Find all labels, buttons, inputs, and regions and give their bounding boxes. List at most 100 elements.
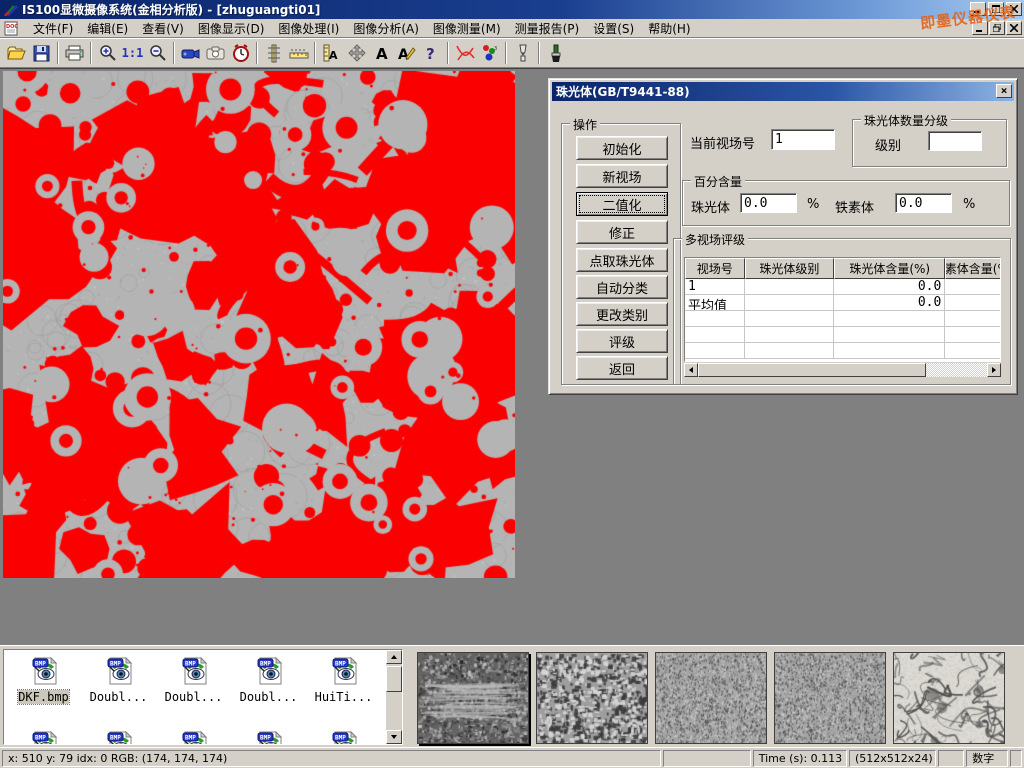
bmp-file-icon: BMP xyxy=(254,730,284,745)
help-button[interactable]: ? xyxy=(419,41,444,66)
zoom-out-button[interactable] xyxy=(145,41,170,66)
thumbnail-5[interactable] xyxy=(893,652,1005,744)
capture-button[interactable] xyxy=(203,41,228,66)
file-label[interactable]: DKF.bmp xyxy=(18,690,69,704)
scroll-right-arrow[interactable] xyxy=(987,363,1001,377)
file-item[interactable]: BMP xyxy=(156,730,231,745)
file-item[interactable]: BMP xyxy=(306,730,381,745)
pick-pearlite-button[interactable]: 点取珠光体 xyxy=(576,248,668,272)
file-label[interactable]: Doubl... xyxy=(240,690,298,704)
svg-text:A: A xyxy=(329,49,338,62)
rating-table[interactable]: 视场号 珠光体级别 珠光体含量(%) 铁素体含量(%) 1 0.0 平均值 0.… xyxy=(684,257,1001,362)
close-button[interactable] xyxy=(1006,2,1022,16)
measure-text-button[interactable]: A xyxy=(319,41,344,66)
scrollbar-thumb[interactable] xyxy=(698,363,926,377)
mdi-minimize-button[interactable] xyxy=(972,21,988,35)
dialog-close-button[interactable]: × xyxy=(996,84,1012,98)
mdi-close-button[interactable] xyxy=(1006,21,1022,35)
multifield-legend: 多视场评级 xyxy=(682,231,748,248)
return-button[interactable]: 返回 xyxy=(576,356,668,380)
cell: 0.0 xyxy=(834,279,945,295)
file-item[interactable]: BMP DKF.bmp xyxy=(6,656,81,704)
file-item[interactable]: BMP HuiTi... xyxy=(306,656,381,704)
dialog-title-bar[interactable]: 珠光体(GB/T9441-88) × xyxy=(552,82,1014,101)
video-camera-button[interactable] xyxy=(178,41,203,66)
svg-text:BMP: BMP xyxy=(185,735,196,742)
scrollbar-thumb[interactable] xyxy=(386,666,402,692)
status-bar: x: 510 y: 79 idx: 0 RGB: (174, 174, 174)… xyxy=(0,747,1024,768)
new-field-button[interactable]: 新视场 xyxy=(576,164,668,188)
menu-image-measure[interactable]: 图像测量(M) xyxy=(426,18,508,39)
ferrite-percent-input[interactable] xyxy=(895,193,952,213)
menu-image-processing[interactable]: 图像处理(I) xyxy=(271,18,346,39)
menu-image-analysis[interactable]: 图像分析(A) xyxy=(346,18,426,39)
status-empty-3 xyxy=(1010,750,1022,767)
file-item[interactable]: BMP xyxy=(231,730,306,745)
menu-view[interactable]: 查看(V) xyxy=(135,18,191,39)
menu-measure-report[interactable]: 测量报告(P) xyxy=(508,18,587,39)
thumbnail-4[interactable] xyxy=(774,652,886,744)
title-bar: IS100显微摄像系统(金相分析版) - [zhuguangti01] xyxy=(0,0,1024,19)
table-row: 平均值 0.0 xyxy=(685,295,1000,311)
file-label[interactable]: HuiTi... xyxy=(315,690,373,704)
current-field-input[interactable] xyxy=(771,129,835,150)
file-item[interactable]: BMP xyxy=(81,730,156,745)
init-button[interactable]: 初始化 xyxy=(576,136,668,160)
scroll-left-arrow[interactable] xyxy=(684,363,698,377)
menu-bar: DOC 文件(F) 编辑(E) 查看(V) 图像显示(D) 图像处理(I) 图像… xyxy=(0,19,1024,38)
actual-size-label: 1:1 xyxy=(122,46,144,60)
file-item[interactable]: BMP Doubl... xyxy=(81,656,156,704)
file-item[interactable]: BMP Doubl... xyxy=(156,656,231,704)
color-points-button[interactable]: 3 xyxy=(477,41,502,66)
file-item[interactable]: BMP xyxy=(6,730,81,745)
actual-size-button[interactable]: 1:1 xyxy=(120,41,145,66)
mdi-restore-button[interactable] xyxy=(989,21,1005,35)
rate-button[interactable]: 评级 xyxy=(576,329,668,353)
thumbnail-1[interactable] xyxy=(417,652,529,744)
pearlite-percent-input[interactable] xyxy=(740,193,797,213)
correct-button[interactable]: 修正 xyxy=(576,220,668,244)
move-button[interactable] xyxy=(344,41,369,66)
thumbnail-3[interactable] xyxy=(655,652,767,744)
micrograph-canvas[interactable] xyxy=(3,71,515,578)
open-button[interactable] xyxy=(4,41,29,66)
menu-settings[interactable]: 设置(S) xyxy=(586,18,641,39)
menu-file[interactable]: 文件(F) xyxy=(26,18,80,39)
bmp-file-icon: BMP xyxy=(179,730,209,745)
bmp-file-icon: BMP xyxy=(329,656,359,689)
bmp-file-icon: BMP xyxy=(29,656,59,689)
scroll-up-arrow[interactable] xyxy=(386,650,402,664)
curve-tool-button[interactable] xyxy=(452,41,477,66)
scroll-down-arrow[interactable] xyxy=(386,730,402,744)
scrollbar-track[interactable] xyxy=(926,363,987,377)
file-label[interactable]: Doubl... xyxy=(90,690,148,704)
minimize-button[interactable] xyxy=(970,2,986,16)
print-button[interactable] xyxy=(62,41,87,66)
menu-help[interactable]: 帮助(H) xyxy=(641,18,697,39)
file-item[interactable]: BMP Doubl... xyxy=(231,656,306,704)
menu-image-display[interactable]: 图像显示(D) xyxy=(191,18,272,39)
change-class-button[interactable]: 更改类别 xyxy=(576,302,668,326)
file-label[interactable]: Doubl... xyxy=(165,690,223,704)
thumbnail-2[interactable] xyxy=(536,652,648,744)
col-ferrite-content: 铁素体含量(%) xyxy=(945,258,1000,279)
pen-button[interactable] xyxy=(510,41,535,66)
file-list[interactable]: BMP DKF.bmp BMP Doubl... BMP Doubl... BM… xyxy=(3,649,403,745)
table-hscrollbar[interactable] xyxy=(684,363,1001,377)
maximize-button[interactable] xyxy=(988,2,1004,16)
file-list-vscrollbar[interactable] xyxy=(386,650,402,744)
brush-button[interactable] xyxy=(543,41,568,66)
annotate-button[interactable]: A xyxy=(394,41,419,66)
menu-edit[interactable]: 编辑(E) xyxy=(80,18,135,39)
caliper-button[interactable] xyxy=(261,41,286,66)
ruler-button[interactable] xyxy=(286,41,311,66)
auto-classify-button[interactable]: 自动分类 xyxy=(576,275,668,299)
status-time: Time (s): 0.113 xyxy=(753,750,847,767)
zoom-in-button[interactable] xyxy=(95,41,120,66)
level-input[interactable] xyxy=(928,131,982,151)
save-button[interactable] xyxy=(29,41,54,66)
timer-button[interactable] xyxy=(228,41,253,66)
binarize-button[interactable]: 二值化 xyxy=(576,192,668,216)
text-button[interactable]: A xyxy=(369,41,394,66)
svg-text:BMP: BMP xyxy=(110,735,121,742)
